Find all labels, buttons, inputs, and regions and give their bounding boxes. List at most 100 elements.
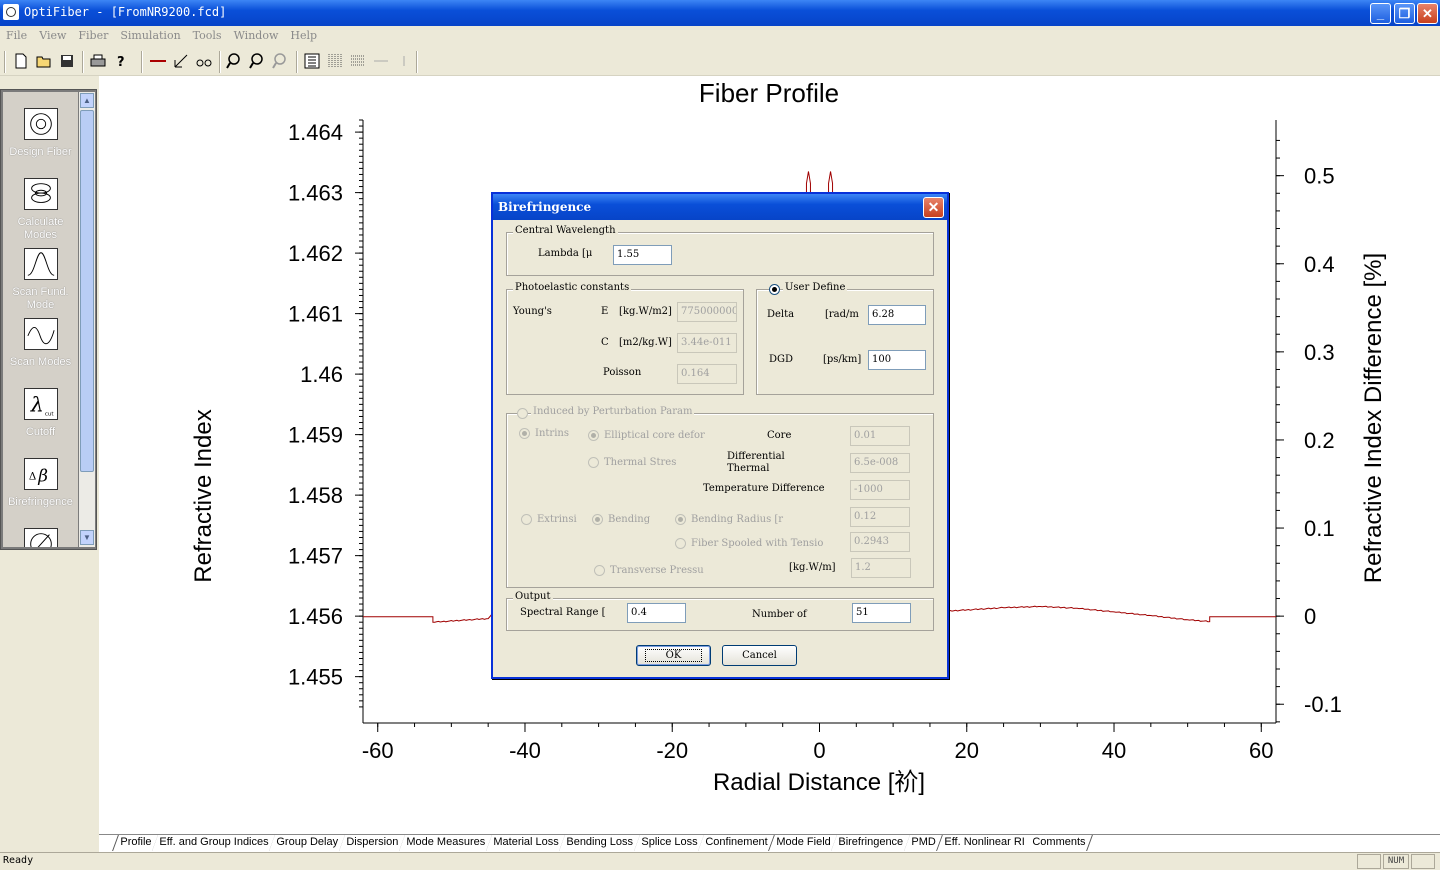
menu-simulation[interactable]: Simulation — [114, 26, 186, 42]
poisson-label: Poisson — [603, 367, 642, 378]
zoom-icon[interactable] — [249, 52, 267, 70]
columns-icon[interactable] — [326, 52, 344, 70]
open-folder-icon[interactable] — [35, 52, 53, 70]
spooled-input[interactable]: 0.2943 — [850, 532, 910, 552]
menu-fiber[interactable]: Fiber — [72, 26, 114, 42]
restore-button[interactable]: ❐ — [1394, 3, 1415, 24]
print-icon[interactable] — [89, 52, 107, 70]
calculate-modes-button[interactable]: Calculate Modes — [3, 178, 78, 242]
thermal-stress-label: Thermal Stres — [604, 457, 677, 468]
menu-help[interactable]: Help — [284, 26, 323, 42]
tab-dispersion[interactable]: Dispersion — [339, 835, 407, 851]
tab-mode-field[interactable]: Mode Field — [768, 835, 839, 851]
menu-view[interactable]: View — [33, 26, 72, 42]
cancel-button[interactable]: Cancel — [722, 645, 797, 666]
new-file-icon[interactable] — [12, 52, 30, 70]
scroll-down-arrow-icon[interactable]: ▼ — [80, 530, 94, 545]
number-of-input[interactable]: 51 — [852, 603, 911, 623]
left-panel-scrollbar[interactable]: ▲ ▼ — [79, 92, 95, 547]
dialog-close-button[interactable]: ✕ — [923, 197, 944, 218]
spooled-radio[interactable] — [675, 538, 686, 549]
thermal-stress-radio[interactable] — [588, 457, 599, 468]
e-label: E — [601, 306, 609, 317]
transverse-radio[interactable] — [594, 565, 605, 576]
poisson-input[interactable]: 0.164 — [677, 364, 737, 384]
window-title: OptiFiber - [FromNR9200.fcd] — [24, 5, 227, 19]
bending-radius-input[interactable]: 0.12 — [850, 507, 910, 527]
cutoff-button[interactable]: λ cut Cutoff — [3, 388, 78, 439]
y-tick-label: 1.462 — [288, 241, 343, 266]
tab-label: Group Delay — [276, 836, 339, 848]
elliptical-radio[interactable] — [588, 430, 599, 441]
tab-label: Profile — [120, 836, 152, 848]
minimize-button[interactable]: _ — [1370, 3, 1391, 24]
number-of-label: Number of — [752, 609, 807, 620]
e-input[interactable]: 775000000 — [677, 302, 737, 322]
mark-icon[interactable] — [395, 52, 413, 70]
tab-confinement[interactable]: Confinement — [698, 835, 776, 851]
ok-label: OK — [644, 649, 703, 662]
diff-thermal-label-2: Thermal — [727, 463, 770, 474]
birefringence-button[interactable]: Δβ Birefringence — [3, 458, 78, 509]
temp-diff-input[interactable]: -1000 — [850, 480, 910, 500]
user-defined-radio[interactable] — [769, 284, 780, 295]
pmd-button[interactable] — [3, 528, 78, 547]
photoelastic-group: Photoelastic constants Young's E [kg.W/m… — [506, 282, 744, 395]
perturbation-radio[interactable] — [517, 408, 528, 419]
app-icon[interactable] — [3, 4, 19, 20]
x-tick-label: 20 — [955, 738, 979, 763]
e-unit: [kg.W/m2] — [619, 306, 672, 317]
scan-fund-mode-button[interactable]: Scan Fund. Mode — [3, 248, 78, 312]
scan-fund-mode-icon — [23, 248, 58, 280]
tab-eff-nonlinear-ri[interactable]: Eff. Nonlinear RI — [936, 835, 1032, 851]
ok-button[interactable]: OK — [636, 645, 711, 666]
tab-splice-loss[interactable]: Splice Loss — [634, 835, 706, 851]
scroll-up-arrow-icon[interactable]: ▲ — [80, 93, 94, 108]
x-tick-label: -40 — [509, 738, 541, 763]
bending-radius-radio[interactable] — [675, 514, 686, 525]
tab-birefringence[interactable]: Birefringence — [831, 835, 911, 851]
tab-label: Dispersion — [346, 836, 399, 848]
rows-icon[interactable] — [349, 52, 367, 70]
extrinsic-radio[interactable] — [521, 514, 532, 525]
axis-icon[interactable] — [172, 52, 190, 70]
close-button[interactable]: ✕ — [1417, 3, 1438, 24]
dialog-title-bar[interactable]: Birefringence ✕ — [493, 194, 947, 220]
zoom-out-icon[interactable] — [272, 52, 290, 70]
spectral-range-input[interactable]: 0.4 — [627, 603, 686, 623]
lambda-input[interactable]: 1.55 — [613, 245, 672, 265]
intrinsic-radio[interactable] — [519, 428, 530, 439]
birefringence-label: Birefringence — [8, 496, 73, 508]
delta-input[interactable]: 6.28 — [868, 305, 926, 325]
tab-material-loss[interactable]: Material Loss — [486, 835, 567, 851]
save-icon[interactable] — [58, 52, 76, 70]
line-icon[interactable] — [149, 52, 167, 70]
dialog-title: Birefringence — [498, 200, 592, 214]
core-input[interactable]: 0.01 — [850, 426, 910, 446]
tab-eff-and-group-indices[interactable]: Eff. and Group Indices — [152, 835, 277, 851]
tab-comments[interactable]: Comments — [1025, 835, 1094, 851]
y-tick-label: 1.456 — [288, 604, 343, 629]
toolbar-separator — [141, 51, 143, 73]
tab-label: Eff. Nonlinear RI — [943, 836, 1025, 848]
user-defined-group: User Define Delta [rad/m 6.28 DGD [ps/km… — [756, 282, 934, 395]
tab-mode-measures[interactable]: Mode Measures — [399, 835, 493, 851]
table-icon[interactable] — [303, 52, 321, 70]
dash-icon[interactable] — [372, 52, 390, 70]
dgd-input[interactable]: 100 — [868, 350, 926, 370]
glasses-icon[interactable] — [195, 52, 213, 70]
bending-radio[interactable] — [592, 514, 603, 525]
menu-window[interactable]: Window — [228, 26, 285, 42]
menu-file[interactable]: File — [0, 26, 33, 42]
help-icon[interactable]: ? — [112, 52, 130, 70]
scan-modes-button[interactable]: Scan Modes — [3, 318, 78, 369]
c-input[interactable]: 3.44e-011 — [677, 333, 737, 353]
tab-group-delay[interactable]: Group Delay — [269, 835, 347, 851]
scroll-thumb[interactable] — [80, 110, 94, 472]
diff-thermal-input[interactable]: 6.5e-008 — [850, 453, 910, 473]
tab-bending-loss[interactable]: Bending Loss — [559, 835, 642, 851]
transverse-input[interactable]: 1.2 — [851, 558, 911, 578]
menu-tools[interactable]: Tools — [187, 26, 228, 42]
zoom-in-icon[interactable] — [226, 52, 244, 70]
design-fiber-button[interactable]: Design Fiber — [3, 108, 78, 159]
